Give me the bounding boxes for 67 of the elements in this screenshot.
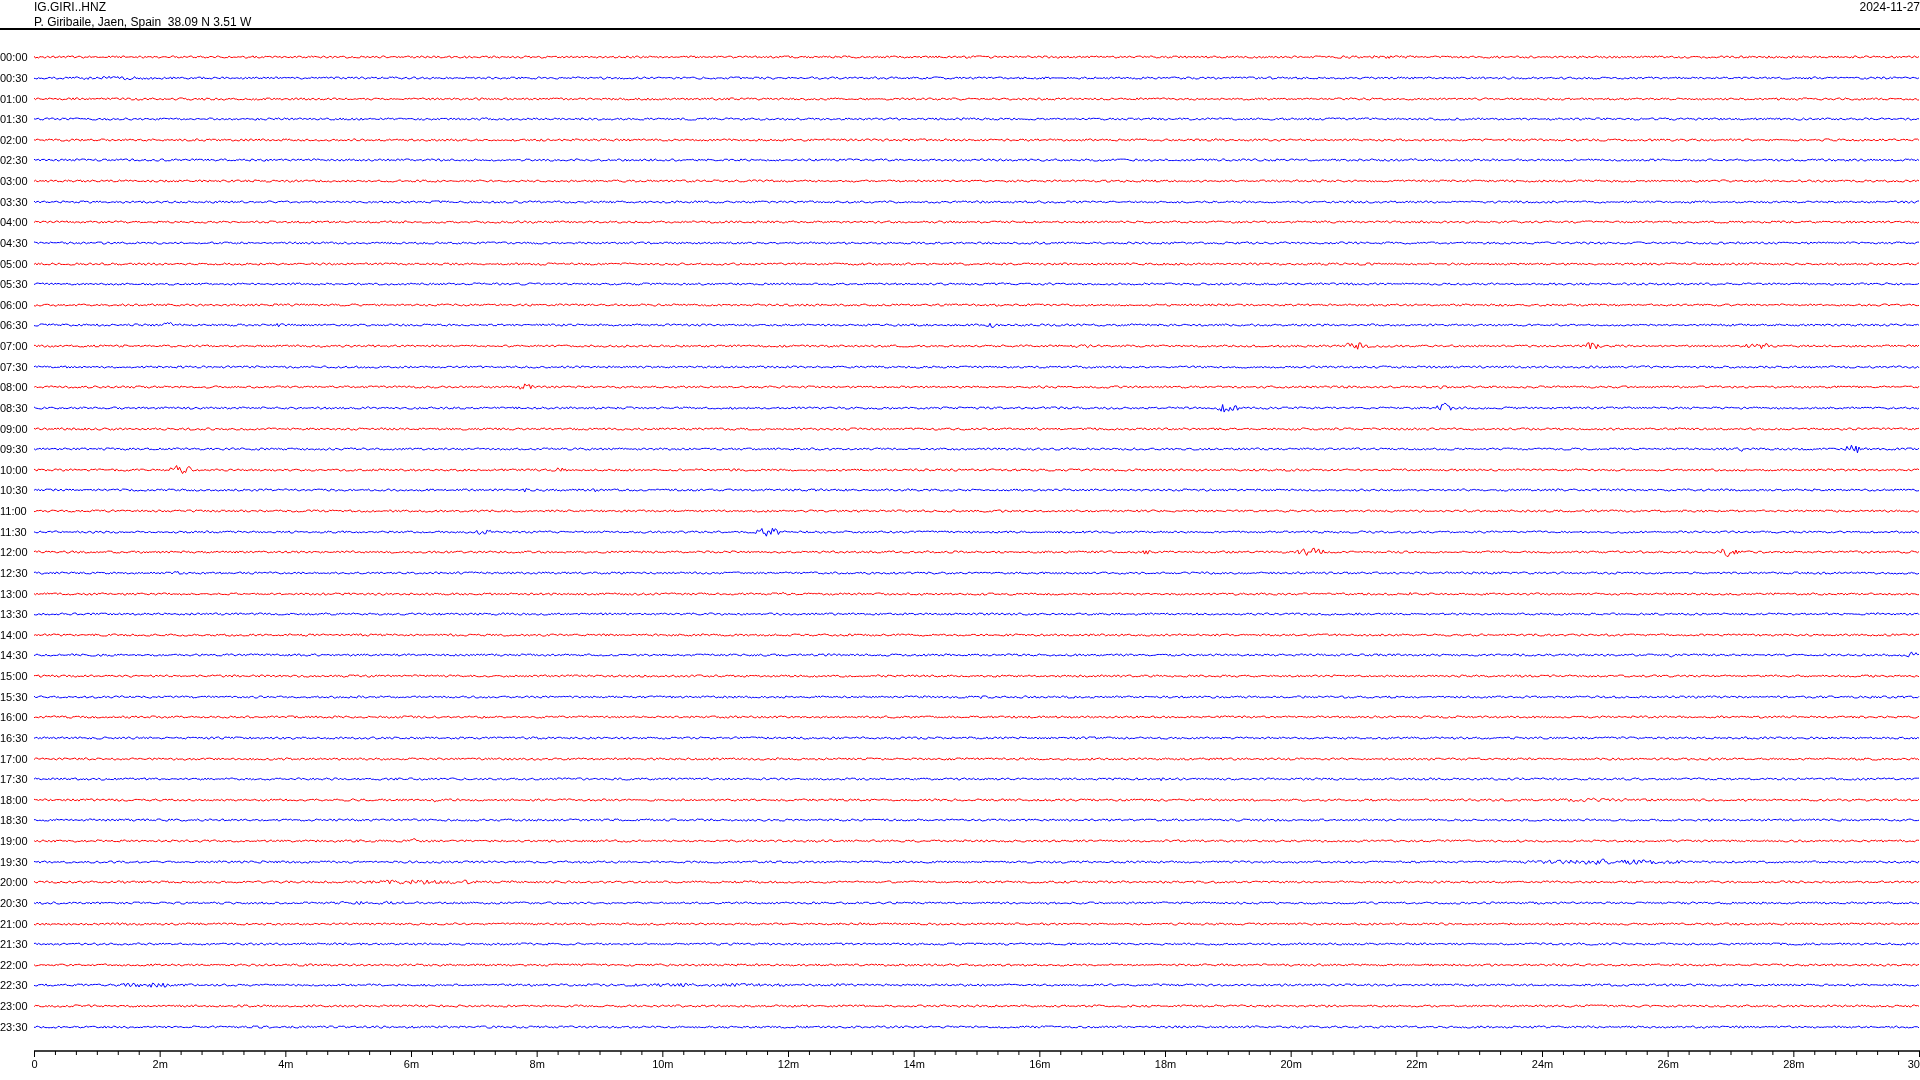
axis-label: 24m bbox=[1531, 1058, 1554, 1071]
axis-label: 2m bbox=[152, 1058, 168, 1071]
time-label: 21:00 bbox=[0, 917, 29, 930]
time-label: 01:30 bbox=[0, 113, 29, 126]
time-label: 17:00 bbox=[0, 752, 29, 765]
time-label: 03:00 bbox=[0, 175, 29, 188]
axis-label: 26m bbox=[1657, 1058, 1679, 1071]
plot-date: 2024-11-27 bbox=[1859, 0, 1920, 15]
time-label: 18:30 bbox=[0, 814, 29, 827]
time-label: 11:00 bbox=[0, 505, 28, 518]
time-label: 13:00 bbox=[0, 587, 29, 600]
time-label: 13:30 bbox=[0, 608, 29, 621]
axis-label: 18m bbox=[1154, 1058, 1177, 1071]
time-label: 08:30 bbox=[0, 401, 29, 414]
time-label: 02:30 bbox=[0, 154, 29, 167]
axis-label: 12m bbox=[777, 1058, 800, 1071]
time-label: 19:00 bbox=[0, 835, 29, 848]
axis-label: 22m bbox=[1406, 1058, 1428, 1071]
time-label: 20:00 bbox=[0, 876, 29, 889]
time-label: 04:30 bbox=[0, 236, 29, 249]
time-label: 01:00 bbox=[0, 92, 29, 105]
time-label: 07:30 bbox=[0, 360, 29, 373]
axis-label: 20m bbox=[1280, 1058, 1302, 1071]
axis-label: 4m bbox=[278, 1058, 294, 1071]
time-label: 00:30 bbox=[0, 71, 29, 84]
time-label: 21:30 bbox=[0, 938, 29, 951]
time-label: 05:30 bbox=[0, 278, 29, 291]
time-label: 10:00 bbox=[0, 463, 29, 476]
time-label: 15:00 bbox=[0, 670, 29, 683]
time-label: 08:00 bbox=[0, 381, 29, 394]
axis-label: 6m bbox=[403, 1058, 420, 1071]
time-label: 19:30 bbox=[0, 855, 29, 868]
time-label: 14:30 bbox=[0, 649, 29, 662]
axis-label: 14m bbox=[903, 1058, 925, 1071]
time-label: 16:00 bbox=[0, 711, 29, 724]
time-label: 06:30 bbox=[0, 319, 29, 332]
time-label: 18:00 bbox=[0, 793, 29, 806]
station-code: IG.GIRI..HNZ bbox=[34, 0, 107, 15]
time-label: 11:30 bbox=[0, 525, 28, 538]
time-label: 00:00 bbox=[0, 51, 29, 64]
time-label: 07:00 bbox=[0, 340, 29, 353]
time-label: 05:00 bbox=[0, 257, 29, 270]
axis-label: 0 bbox=[31, 1058, 38, 1071]
time-label: 14:00 bbox=[0, 628, 29, 641]
time-label: 03:30 bbox=[0, 195, 29, 208]
time-label: 09:00 bbox=[0, 422, 29, 435]
axis-label: 16m bbox=[1029, 1058, 1051, 1071]
time-label: 12:30 bbox=[0, 566, 29, 579]
axis-label: 10m bbox=[652, 1058, 674, 1071]
time-label: 23:00 bbox=[0, 1000, 29, 1013]
time-label: 17:30 bbox=[0, 773, 29, 786]
time-label: 22:30 bbox=[0, 979, 29, 992]
time-label: 20:30 bbox=[0, 896, 29, 909]
time-label: 23:30 bbox=[0, 1020, 29, 1033]
time-label: 12:00 bbox=[0, 546, 29, 559]
time-label: 15:30 bbox=[0, 690, 29, 703]
time-label: 02:00 bbox=[0, 133, 29, 146]
axis-label: 8m bbox=[529, 1058, 545, 1071]
time-label: 06:00 bbox=[0, 298, 29, 311]
time-label: 16:30 bbox=[0, 731, 29, 744]
axis-label: 28m bbox=[1783, 1058, 1805, 1071]
time-label: 04:00 bbox=[0, 216, 29, 229]
axis-label: 30 bbox=[1907, 1058, 1920, 1071]
time-label: 10:30 bbox=[0, 484, 29, 497]
station-location: P. Giribaile, Jaen, Spain 38.09 N 3.51 W bbox=[34, 15, 252, 30]
time-label: 09:30 bbox=[0, 443, 29, 456]
time-label: 22:00 bbox=[0, 958, 29, 971]
